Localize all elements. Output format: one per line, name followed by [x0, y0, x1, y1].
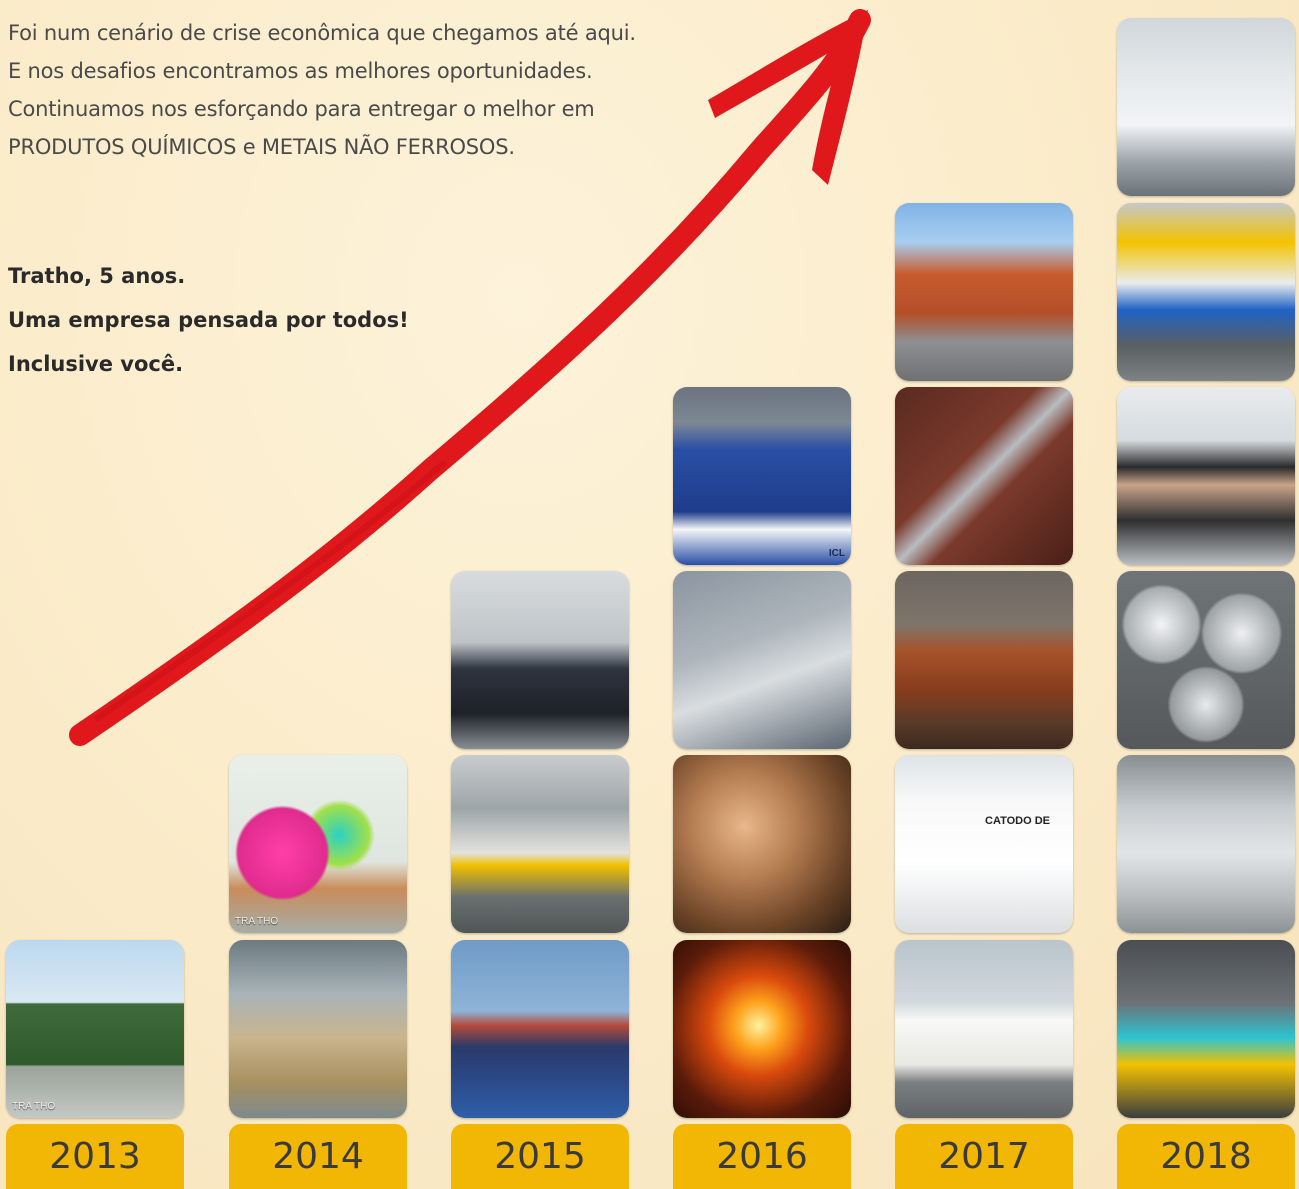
photo-copper-cylinders [673, 755, 851, 933]
tagline: Tratho, 5 anos. Uma empresa pensada por … [8, 254, 409, 386]
year-label-2018: 2018 [1117, 1124, 1295, 1189]
bucket-label: CATODO DE [985, 815, 1050, 827]
photo-lab-worker [1117, 18, 1295, 196]
intro-line: Foi num cenário de crise econômica que c… [8, 21, 636, 45]
intro-line: PRODUTOS QUÍMICOS e METAIS NÃO FERROSOS. [8, 135, 515, 159]
flask-label: TRA THO [235, 916, 279, 927]
photo-building [895, 203, 1073, 381]
photo-lab-sample [673, 571, 851, 749]
intro-line: E nos desafios encontramos as melhores o… [8, 59, 593, 83]
photo-copper-bars [895, 571, 1073, 749]
year-label-2017: 2017 [895, 1124, 1073, 1189]
intro-line: Continuamos nos esforçando para entregar… [8, 97, 595, 121]
growth-arrow [69, 9, 871, 746]
photo-office-team [1117, 387, 1295, 565]
year-label-2016: 2016 [673, 1124, 851, 1189]
year-label-2015: 2015 [451, 1124, 629, 1189]
photo-door-handle [895, 387, 1073, 565]
intro-text: Foi num cenário de crise econômica que c… [8, 14, 636, 166]
photo-white-buckets: CATODO DE [895, 755, 1073, 933]
photo-aluminum-spheres [1117, 571, 1295, 749]
tagline-line: Tratho, 5 anos. [8, 264, 186, 288]
year-label-2013: 2013 [6, 1124, 184, 1189]
truck-brand-label: TRA THO [12, 1101, 56, 1112]
year-label-2014: 2014 [229, 1124, 407, 1189]
photo-chemical-drums: ICL [673, 387, 851, 565]
photo-metal-bales [1117, 755, 1295, 933]
drum-label: ICL [828, 548, 845, 559]
photo-chemical-flasks: TRA THO [229, 755, 407, 933]
photo-truck: TRA THO [6, 940, 184, 1118]
tagline-line: Inclusive você. [8, 352, 184, 376]
photo-warehouse-forklift [451, 755, 629, 933]
tagline-line: Uma empresa pensada por todos! [8, 308, 409, 332]
photo-furnace [673, 940, 851, 1118]
photo-office-computer [451, 571, 629, 749]
photo-delivery-trucks [895, 940, 1073, 1118]
photo-cargo-ship [451, 940, 629, 1118]
photo-forklifts [1117, 940, 1295, 1118]
photo-metal-ingots [229, 940, 407, 1118]
photo-storage-tanks [1117, 203, 1295, 381]
